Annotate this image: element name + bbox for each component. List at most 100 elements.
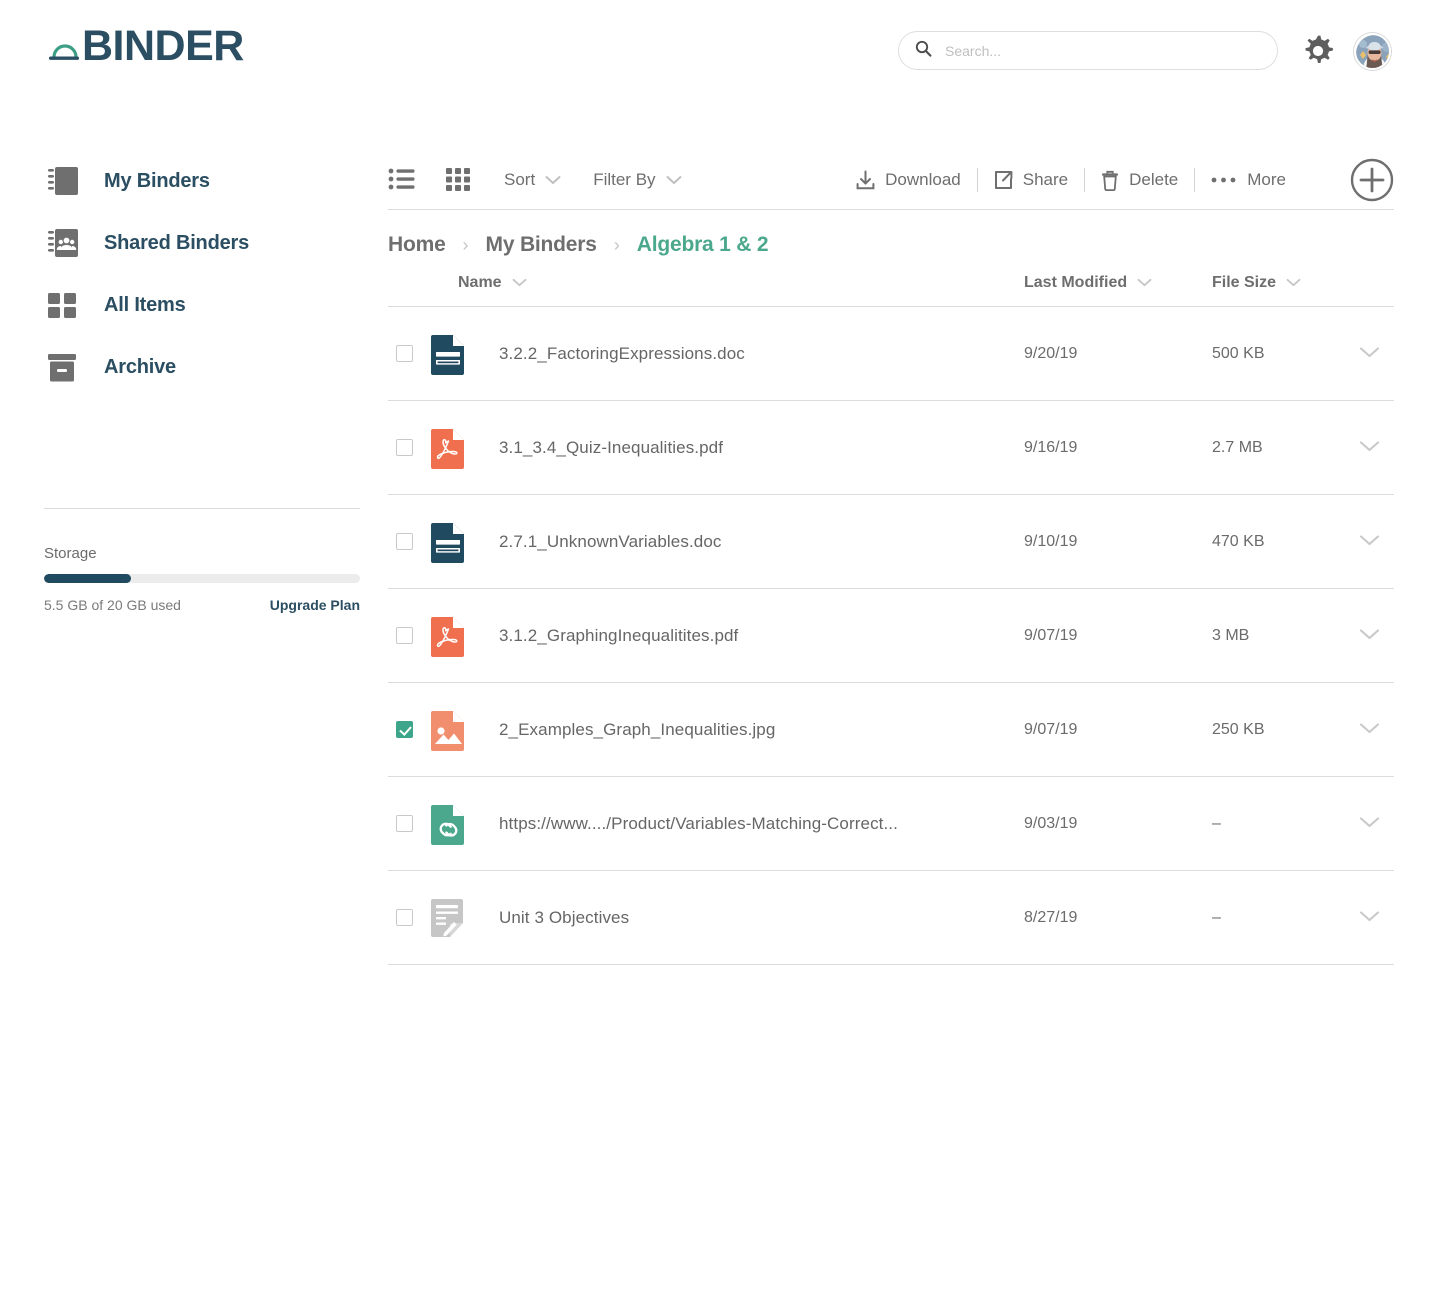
more-label: More	[1247, 170, 1286, 189]
chevron-down-icon[interactable]	[1359, 909, 1380, 927]
row-size-cell: –	[1204, 870, 1344, 965]
table-row[interactable]: 2_Examples_Graph_Inequalities.jpg 9/07/1…	[388, 682, 1394, 777]
sidebar-item-my-binders[interactable]: My Binders	[0, 150, 380, 212]
file-name-label[interactable]: 3.2.2_FactoringExpressions.doc	[499, 344, 745, 364]
chevron-down-icon[interactable]	[1359, 345, 1380, 363]
doc-file-icon	[430, 521, 467, 563]
breadcrumb: Home › My Binders › Algebra 1 & 2	[388, 210, 1394, 274]
binder-icon	[44, 162, 82, 200]
app-logo[interactable]: BINDER	[48, 25, 244, 68]
sort-dropdown[interactable]: Sort	[504, 170, 561, 190]
main-content: Sort Filter By Download Share Delete Mor…	[388, 150, 1394, 965]
row-expand-cell	[1344, 588, 1394, 683]
table-row[interactable]: Unit 3 Objectives 8/27/19 –	[388, 870, 1394, 965]
ellipsis-icon	[1211, 176, 1237, 184]
table-row[interactable]: 3.1.2_GraphingInequalitites.pdf 9/07/19 …	[388, 588, 1394, 683]
row-select-cell	[388, 306, 424, 401]
row-expand-cell	[1344, 306, 1394, 401]
table-row[interactable]: https://www..../Product/Variables-Matchi…	[388, 776, 1394, 871]
row-size-cell: 500 KB	[1204, 306, 1344, 401]
row-select-cell	[388, 870, 424, 965]
sidebar-item-shared-binders[interactable]: Shared Binders	[0, 212, 380, 274]
last-modified-label: 9/03/19	[1024, 814, 1078, 832]
image-file-icon	[430, 709, 467, 751]
download-button[interactable]: Download	[840, 170, 977, 190]
row-checkbox[interactable]	[396, 345, 413, 362]
file-name-label[interactable]: 3.1_3.4_Quiz-Inequalities.pdf	[499, 438, 723, 458]
table-row[interactable]: 2.7.1_UnknownVariables.doc 9/10/19 470 K…	[388, 494, 1394, 589]
file-name-label[interactable]: 2.7.1_UnknownVariables.doc	[499, 532, 721, 552]
last-modified-label: 9/07/19	[1024, 626, 1078, 644]
more-button[interactable]: More	[1195, 170, 1302, 190]
row-checkbox[interactable]	[396, 439, 413, 456]
sidebar-item-label: All Items	[104, 293, 186, 316]
filter-by-dropdown[interactable]: Filter By	[593, 170, 682, 190]
archive-box-icon	[44, 348, 82, 386]
row-size-cell: 3 MB	[1204, 588, 1344, 683]
share-button[interactable]: Share	[978, 170, 1084, 190]
link-file-icon	[430, 803, 467, 845]
last-modified-label: 9/10/19	[1024, 532, 1078, 550]
doc-file-icon	[430, 333, 467, 375]
storage-used-label: 5.5 GB of 20 GB used	[44, 597, 181, 613]
gear-icon[interactable]	[1300, 33, 1336, 69]
search-box[interactable]	[898, 31, 1278, 70]
row-expand-cell	[1344, 494, 1394, 589]
row-expand-cell	[1344, 400, 1394, 495]
pdf-file-icon	[430, 615, 467, 657]
upgrade-plan-link[interactable]: Upgrade Plan	[270, 597, 360, 613]
grid-view-icon[interactable]	[446, 167, 480, 193]
row-checkbox[interactable]	[396, 533, 413, 550]
breadcrumb-item-current[interactable]: Algebra 1 & 2	[637, 233, 769, 257]
row-checkbox[interactable]	[396, 721, 413, 738]
row-name-cell: Unit 3 Objectives	[424, 870, 1004, 965]
row-checkbox[interactable]	[396, 909, 413, 926]
table-row[interactable]: 3.1_3.4_Quiz-Inequalities.pdf 9/16/19 2.…	[388, 400, 1394, 495]
chevron-down-icon[interactable]	[1359, 627, 1380, 645]
column-header-file-size[interactable]: File Size	[1204, 274, 1344, 307]
file-size-label: 250 KB	[1212, 720, 1265, 738]
list-view-icon[interactable]	[388, 167, 422, 193]
select-all-header	[388, 274, 424, 307]
grid-squares-icon	[44, 286, 82, 324]
sidebar-item-all-items[interactable]: All Items	[0, 274, 380, 336]
delete-button[interactable]: Delete	[1085, 170, 1194, 191]
sidebar: My Binders Shared Binders All Items Arch…	[0, 150, 380, 613]
file-size-label: 2.7 MB	[1212, 438, 1263, 456]
toolbar-actions: Download Share Delete More	[840, 150, 1302, 210]
row-modified-cell: 9/16/19	[1004, 400, 1204, 495]
file-name-label[interactable]: https://www..../Product/Variables-Matchi…	[499, 814, 898, 834]
file-size-label: –	[1212, 908, 1221, 926]
file-size-label: 3 MB	[1212, 626, 1250, 644]
column-header-label: File Size	[1212, 274, 1277, 291]
add-button[interactable]	[1350, 158, 1394, 202]
storage-progress-fill	[44, 574, 131, 583]
column-header-last-modified[interactable]: Last Modified	[1004, 274, 1204, 307]
avatar[interactable]	[1354, 33, 1391, 70]
table-row[interactable]: 3.2.2_FactoringExpressions.doc 9/20/19 5…	[388, 306, 1394, 401]
file-name-label[interactable]: 3.1.2_GraphingInequalitites.pdf	[499, 626, 738, 646]
row-expand-cell	[1344, 682, 1394, 777]
file-name-label[interactable]: 2_Examples_Graph_Inequalities.jpg	[499, 720, 775, 740]
binder-arc-logo-icon	[48, 27, 82, 65]
row-checkbox[interactable]	[396, 627, 413, 644]
row-modified-cell: 8/27/19	[1004, 870, 1204, 965]
breadcrumb-item-my-binders[interactable]: My Binders	[486, 233, 597, 257]
row-checkbox[interactable]	[396, 815, 413, 832]
row-size-cell: 470 KB	[1204, 494, 1344, 589]
breadcrumb-separator-icon: ›	[613, 234, 620, 255]
chevron-down-icon[interactable]	[1359, 439, 1380, 457]
column-header-name[interactable]: Name	[424, 274, 1004, 307]
sidebar-item-archive[interactable]: Archive	[0, 336, 380, 398]
row-modified-cell: 9/07/19	[1004, 588, 1204, 683]
chevron-down-icon[interactable]	[1359, 533, 1380, 551]
chevron-down-icon[interactable]	[1359, 721, 1380, 739]
column-header-expand	[1344, 274, 1394, 307]
row-name-cell: 3.1_3.4_Quiz-Inequalities.pdf	[424, 400, 1004, 495]
sidebar-item-label: Shared Binders	[104, 231, 250, 254]
chevron-down-icon[interactable]	[1359, 815, 1380, 833]
breadcrumb-item-home[interactable]: Home	[388, 233, 446, 257]
search-input[interactable]	[943, 41, 1261, 60]
table-header-row: Name Last Modified File Size	[388, 274, 1394, 307]
file-name-label[interactable]: Unit 3 Objectives	[499, 908, 629, 928]
